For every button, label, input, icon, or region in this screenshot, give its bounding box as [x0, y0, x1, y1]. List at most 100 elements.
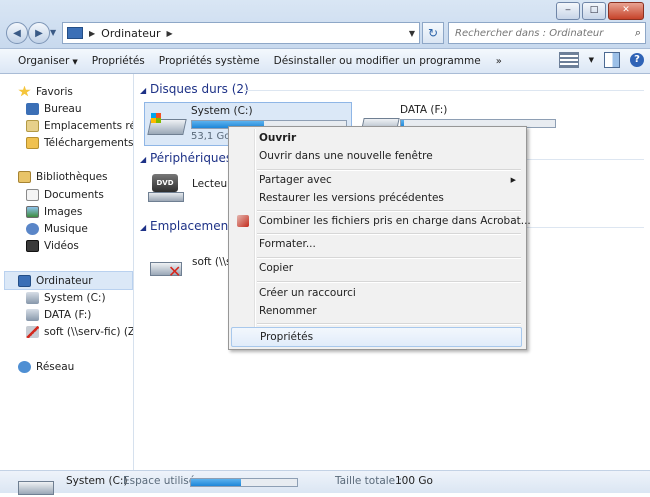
address-dropdown-icon[interactable]: ▼	[409, 29, 415, 38]
nav-desktop[interactable]: Bureau	[26, 100, 82, 117]
nav-documents[interactable]: Documents	[26, 186, 104, 203]
collapse-arrow-icon[interactable]: ◢	[140, 223, 146, 232]
nav-label: Téléchargements	[44, 136, 134, 149]
menu-item-share-with[interactable]: Partager avec ▶	[231, 171, 522, 189]
disconnected-drive-icon	[26, 325, 39, 338]
group-title: Disques durs (2)	[149, 82, 249, 96]
nav-label: System (C:)	[44, 291, 106, 304]
nav-data-drive[interactable]: DATA (F:)	[26, 306, 91, 323]
properties-button[interactable]: Propriétés	[85, 49, 152, 73]
nav-downloads[interactable]: Téléchargements	[26, 134, 134, 151]
videos-icon	[26, 239, 39, 252]
menu-label: Ouvrir dans une nouvelle fenêtre	[259, 150, 433, 162]
drive-icon	[26, 291, 39, 304]
computer-icon	[18, 274, 31, 287]
nav-system-drive[interactable]: System (C:)	[26, 289, 106, 306]
dvd-drive-icon: DVD	[148, 174, 186, 202]
drive-icon	[26, 308, 39, 321]
navigation-pane: Favoris Bureau Emplacements récents Télé…	[0, 74, 134, 470]
command-bar: Organiser ▼ Propriétés Propriétés système…	[0, 49, 650, 74]
breadcrumb-computer[interactable]: Ordinateur	[101, 27, 160, 40]
window-controls: ‒ □ ✕	[556, 2, 644, 20]
organize-button[interactable]: Organiser ▼	[0, 49, 85, 73]
system-properties-button[interactable]: Propriétés système	[152, 49, 267, 73]
menu-label: Formater...	[259, 238, 316, 250]
group-header-network-locations[interactable]: ◢ Emplacement	[140, 219, 233, 233]
forward-button[interactable]: ▶	[28, 22, 50, 44]
uninstall-program-button[interactable]: Désinstaller ou modifier un programme	[267, 49, 488, 73]
nav-network-drive[interactable]: soft (\\serv-fic) (Z:)	[26, 323, 134, 340]
nav-images[interactable]: Images	[26, 203, 82, 220]
libraries-icon	[18, 170, 31, 183]
view-controls: ▼ ?	[558, 52, 644, 68]
collapse-arrow-icon[interactable]: ◢	[140, 155, 146, 164]
nav-label: DATA (F:)	[44, 308, 92, 321]
collapse-arrow-icon[interactable]: ◢	[140, 86, 146, 95]
downloads-folder-icon	[26, 136, 39, 149]
group-divider	[244, 90, 644, 91]
menu-label: Propriétés	[260, 331, 314, 343]
view-dropdown-icon[interactable]: ▼	[589, 56, 594, 64]
menu-item-format[interactable]: Formater...	[231, 235, 522, 253]
network-icon	[18, 360, 31, 373]
search-box[interactable]: ⌕	[448, 22, 646, 44]
menu-item-rename[interactable]: Renommer	[231, 302, 522, 320]
chevron-down-icon: ▼	[72, 58, 78, 66]
menu-label: Combiner les fichiers pris en charge dan…	[259, 215, 531, 227]
change-view-icon[interactable]	[558, 52, 579, 68]
nav-videos[interactable]: Vidéos	[26, 237, 79, 254]
menu-item-copy[interactable]: Copier	[231, 259, 522, 277]
menu-item-open[interactable]: Ouvrir	[231, 129, 522, 147]
menu-item-restore-previous[interactable]: Restaurer les versions précédentes	[231, 189, 522, 207]
star-icon	[18, 85, 31, 97]
menu-label: Ouvrir	[259, 132, 297, 144]
menu-item-properties[interactable]: Propriétés	[231, 327, 522, 347]
nav-recent-places[interactable]: Emplacements récents	[26, 117, 133, 134]
nav-libraries[interactable]: Bibliothèques	[18, 168, 108, 185]
minimize-button[interactable]: ‒	[556, 2, 580, 20]
nav-favorites[interactable]: Favoris	[18, 83, 73, 100]
drive-name: System (C:)	[191, 105, 253, 117]
more-commands-button[interactable]: »	[488, 56, 510, 67]
drive-name: DATA (F:)	[400, 104, 448, 116]
search-input[interactable]	[453, 26, 627, 40]
search-icon[interactable]: ⌕	[635, 26, 641, 40]
close-button[interactable]: ✕	[608, 2, 644, 20]
details-pane: System (C:) Espace utilisé : Taille tota…	[0, 470, 650, 495]
music-icon	[26, 222, 39, 235]
nav-label: Réseau	[36, 360, 75, 373]
details-usage-fill	[191, 479, 241, 486]
nav-network[interactable]: Réseau	[18, 358, 74, 375]
group-title: Périphériques	[149, 151, 233, 165]
maximize-button[interactable]: □	[582, 2, 606, 20]
menu-item-create-shortcut[interactable]: Créer un raccourci	[231, 284, 522, 302]
menu-label: Renommer	[259, 305, 317, 317]
details-total-value: 100 Go	[395, 475, 433, 487]
nav-music[interactable]: Musique	[26, 220, 88, 237]
help-icon[interactable]: ?	[630, 53, 644, 67]
preview-pane-icon[interactable]	[604, 52, 620, 68]
nav-label: Images	[44, 205, 83, 218]
disconnected-network-drive-icon: ✕	[148, 254, 186, 280]
menu-item-combine-acrobat[interactable]: Combiner les fichiers pris en charge dan…	[231, 212, 531, 230]
nav-computer[interactable]: Ordinateur	[4, 271, 133, 290]
recent-places-icon	[26, 119, 39, 132]
menu-separator	[257, 281, 521, 283]
address-bar[interactable]: ▶ Ordinateur ▶ ▼	[62, 22, 420, 44]
nav-label: Ordinateur	[36, 274, 93, 287]
recent-pages-dropdown[interactable]: ▼	[50, 28, 56, 37]
nav-label: Bureau	[44, 102, 82, 115]
acrobat-icon	[237, 215, 249, 227]
title-bar: ‒ □ ✕ ◀ ▶ ▼ ▶ Ordinateur ▶ ▼ ↻ ⌕	[0, 0, 650, 49]
group-header-devices[interactable]: ◢ Périphériques	[140, 151, 232, 165]
menu-item-open-new-window[interactable]: Ouvrir dans une nouvelle fenêtre	[231, 147, 522, 165]
menu-label: Restaurer les versions précédentes	[259, 192, 444, 204]
breadcrumb-chevron-icon[interactable]: ▶	[166, 29, 172, 38]
images-icon	[26, 205, 39, 218]
back-button[interactable]: ◀	[6, 22, 28, 44]
breadcrumb-chevron-icon[interactable]: ▶	[89, 29, 95, 38]
group-header-hard-drives[interactable]: ◢ Disques durs (2)	[140, 82, 249, 96]
refresh-button[interactable]: ↻	[422, 22, 444, 44]
back-arrow-icon: ◀	[13, 27, 21, 39]
nav-label: soft (\\serv-fic) (Z:)	[44, 325, 134, 338]
